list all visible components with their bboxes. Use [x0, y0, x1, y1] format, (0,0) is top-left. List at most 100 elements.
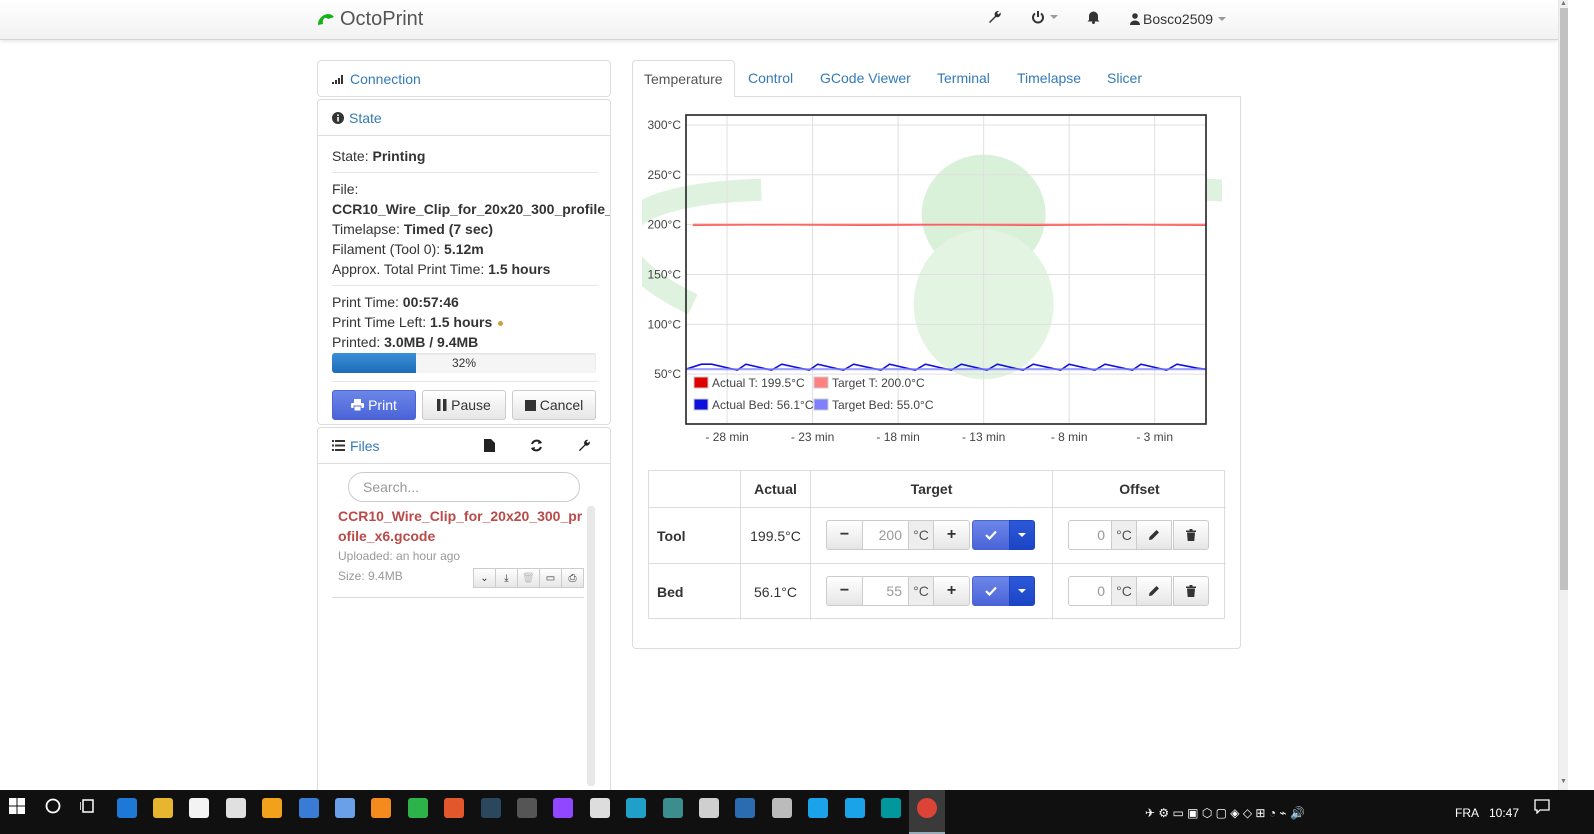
mail-icon[interactable]: [226, 798, 246, 818]
list-icon: [332, 440, 345, 451]
app-icon[interactable]: [517, 798, 537, 818]
task-view-icon[interactable]: [80, 798, 96, 814]
scroll-up-icon[interactable]: ▲: [1560, 0, 1567, 7]
set-bed-target-button[interactable]: [972, 576, 1010, 606]
power-menu[interactable]: [1031, 10, 1058, 24]
estimate-dot-icon: [498, 320, 504, 326]
tool-target-input[interactable]: 200: [862, 520, 909, 550]
chevron-down-icon: [1018, 589, 1026, 593]
file-search-input[interactable]: Search...: [348, 472, 580, 502]
check-icon: [985, 586, 997, 596]
reset-bed-offset-button[interactable]: [1173, 576, 1209, 606]
file-uploaded: Uploaded: an hour ago: [338, 549, 461, 563]
state-header[interactable]: State: [318, 100, 610, 136]
file-value: CCR10_Wire_Clip_for_20x20_300_profile_x6…: [332, 201, 610, 217]
x-tick-label: - 8 min: [1051, 430, 1088, 444]
scroll-down-icon[interactable]: ▼: [1560, 778, 1567, 785]
wrench-icon[interactable]: [578, 439, 591, 452]
legend-label: Actual T: 199.5°C: [712, 376, 805, 390]
app-icon[interactable]: [845, 798, 865, 818]
new-file-icon[interactable]: [484, 439, 495, 452]
app-icon[interactable]: [299, 798, 319, 818]
unit-label: °C: [1111, 520, 1137, 550]
file-name[interactable]: CCR10_Wire_Clip_for_20x20_300_profile_x6…: [332, 506, 584, 546]
app-icon[interactable]: [808, 798, 828, 818]
input-language[interactable]: FRA: [1455, 806, 1479, 820]
steam-icon[interactable]: [481, 798, 501, 818]
tab-slicer[interactable]: Slicer: [1107, 60, 1142, 97]
app-icon[interactable]: [590, 798, 610, 818]
print-button[interactable]: Print: [332, 390, 416, 420]
arduino-icon[interactable]: [881, 798, 901, 818]
app-icon[interactable]: [663, 798, 683, 818]
tab-gcode-viewer[interactable]: GCode Viewer: [820, 60, 911, 97]
file-explorer-icon[interactable]: [153, 798, 173, 818]
chrome-icon[interactable]: [917, 798, 937, 818]
settings-wrench-icon[interactable]: [988, 10, 1002, 24]
set-bed-offset-button[interactable]: [1136, 576, 1172, 606]
search-icon[interactable]: [45, 798, 61, 814]
temperature-table: Actual Target Offset Tool 199.5°C Bed 56…: [648, 470, 1226, 620]
bed-target-dropdown[interactable]: [1009, 576, 1035, 606]
windows-start-icon[interactable]: [9, 798, 25, 814]
increase-tool-target-button[interactable]: +: [933, 520, 970, 550]
edge-icon[interactable]: [117, 798, 137, 818]
user-icon: [1130, 13, 1140, 25]
list-item[interactable]: CCR10_Wire_Clip_for_20x20_300_profile_x6…: [332, 506, 584, 598]
divider: [332, 172, 598, 173]
set-tool-offset-button[interactable]: [1136, 520, 1172, 550]
increase-bed-target-button[interactable]: +: [933, 576, 970, 606]
legend-label: Target Bed: 55.0°C: [832, 398, 934, 412]
twitch-icon[interactable]: [553, 798, 573, 818]
app-icon[interactable]: [735, 798, 755, 818]
file-list-scrollbar[interactable]: [587, 506, 595, 786]
cancel-button[interactable]: Cancel: [512, 390, 596, 420]
notifications-icon[interactable]: [1534, 798, 1550, 814]
tool-target-dropdown[interactable]: [1009, 520, 1035, 550]
chevron-down-icon[interactable]: ⌄: [473, 568, 496, 588]
printer-icon[interactable]: ⎙: [561, 568, 584, 588]
tool-offset-input[interactable]: 0: [1068, 520, 1112, 550]
refresh-icon[interactable]: [530, 439, 543, 452]
files-title-link[interactable]: Files: [332, 438, 380, 454]
tab-terminal[interactable]: Terminal: [937, 60, 990, 97]
app-icon[interactable]: [408, 798, 428, 818]
bed-offset-input[interactable]: 0: [1068, 576, 1112, 606]
tray-icons[interactable]: ✈ ⚙ ▭ ▣ ⬡ ▢ ◈ ◇ ⊞ ◔ ⌁ 🔊: [1145, 806, 1305, 820]
bell-icon[interactable]: [1087, 10, 1100, 24]
navbar: OctoPrint Bosco2509: [0, 0, 1558, 40]
trash-icon[interactable]: 🗑: [517, 568, 540, 588]
download-icon[interactable]: ⤓: [495, 568, 518, 588]
actual-bed: 56.1°C: [741, 564, 811, 620]
divider: [332, 381, 598, 382]
pause-button[interactable]: Pause: [422, 390, 506, 420]
app-icon[interactable]: [772, 798, 792, 818]
vlc-icon[interactable]: [371, 798, 391, 818]
brand[interactable]: OctoPrint: [316, 8, 423, 31]
decrease-tool-target-button[interactable]: −: [826, 520, 863, 550]
app-icon[interactable]: [626, 798, 646, 818]
bed-target-input[interactable]: 55: [862, 576, 909, 606]
firefox-icon[interactable]: [444, 798, 464, 818]
page-scrollbar[interactable]: ▲ ▼: [1558, 0, 1568, 790]
scrollbar-thumb[interactable]: [1560, 8, 1568, 590]
store-icon[interactable]: [189, 798, 209, 818]
app-icon[interactable]: [335, 798, 355, 818]
unit-label: °C: [1111, 576, 1137, 606]
user-menu[interactable]: Bosco2509: [1130, 11, 1227, 27]
set-tool-target-button[interactable]: [972, 520, 1010, 550]
connection-header[interactable]: Connection: [318, 61, 610, 97]
app-icon[interactable]: [699, 798, 719, 818]
tab-temperature[interactable]: Temperature: [632, 60, 735, 97]
x-tick-label: - 23 min: [791, 430, 834, 444]
tab-timelapse[interactable]: Timelapse: [1017, 60, 1081, 97]
media-player-icon[interactable]: [262, 798, 282, 818]
folder-open-icon[interactable]: ▭: [539, 568, 562, 588]
row-name-tool: Tool: [649, 508, 741, 564]
clock[interactable]: 10:47: [1489, 806, 1519, 820]
tab-control[interactable]: Control: [748, 60, 793, 97]
decrease-bed-target-button[interactable]: −: [826, 576, 863, 606]
pencil-icon: [1149, 586, 1159, 596]
reset-tool-offset-button[interactable]: [1173, 520, 1209, 550]
printer-icon: [351, 399, 365, 411]
